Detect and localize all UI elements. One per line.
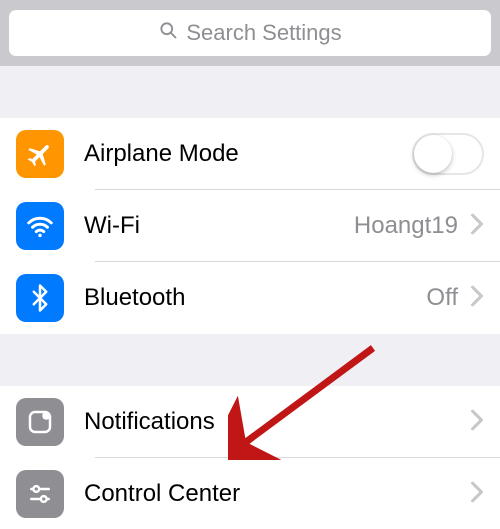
control-center-label: Control Center bbox=[84, 480, 470, 508]
settings-group-1: Airplane Mode Wi-Fi Hoangt19 Bl bbox=[0, 118, 500, 334]
wifi-icon bbox=[16, 202, 64, 250]
search-bar: Search Settings bbox=[0, 0, 500, 66]
chevron-right-icon bbox=[470, 481, 484, 508]
row-wifi[interactable]: Wi-Fi Hoangt19 bbox=[0, 190, 500, 262]
settings-group-2: Notifications Control Center bbox=[0, 386, 500, 529]
section-gap bbox=[0, 66, 500, 118]
notifications-icon bbox=[16, 398, 64, 446]
bluetooth-label: Bluetooth bbox=[84, 284, 426, 312]
chevron-right-icon bbox=[470, 213, 484, 240]
search-input[interactable]: Search Settings bbox=[9, 10, 491, 56]
bluetooth-value: Off bbox=[426, 284, 458, 312]
airplane-label: Airplane Mode bbox=[84, 140, 412, 168]
airplane-toggle[interactable] bbox=[412, 133, 484, 175]
toggle-knob bbox=[414, 135, 452, 173]
row-notifications[interactable]: Notifications bbox=[0, 386, 500, 458]
row-bluetooth[interactable]: Bluetooth Off bbox=[0, 262, 500, 334]
airplane-icon bbox=[16, 130, 64, 178]
search-placeholder: Search Settings bbox=[186, 20, 341, 46]
bluetooth-icon bbox=[16, 274, 64, 322]
search-icon bbox=[158, 20, 178, 46]
row-control-center[interactable]: Control Center bbox=[0, 458, 500, 529]
chevron-right-icon bbox=[470, 409, 484, 436]
wifi-value: Hoangt19 bbox=[354, 212, 458, 240]
notifications-label: Notifications bbox=[84, 408, 470, 436]
control-center-icon bbox=[16, 470, 64, 518]
chevron-right-icon bbox=[470, 285, 484, 312]
section-gap bbox=[0, 334, 500, 386]
row-airplane-mode[interactable]: Airplane Mode bbox=[0, 118, 500, 190]
wifi-label: Wi-Fi bbox=[84, 212, 354, 240]
